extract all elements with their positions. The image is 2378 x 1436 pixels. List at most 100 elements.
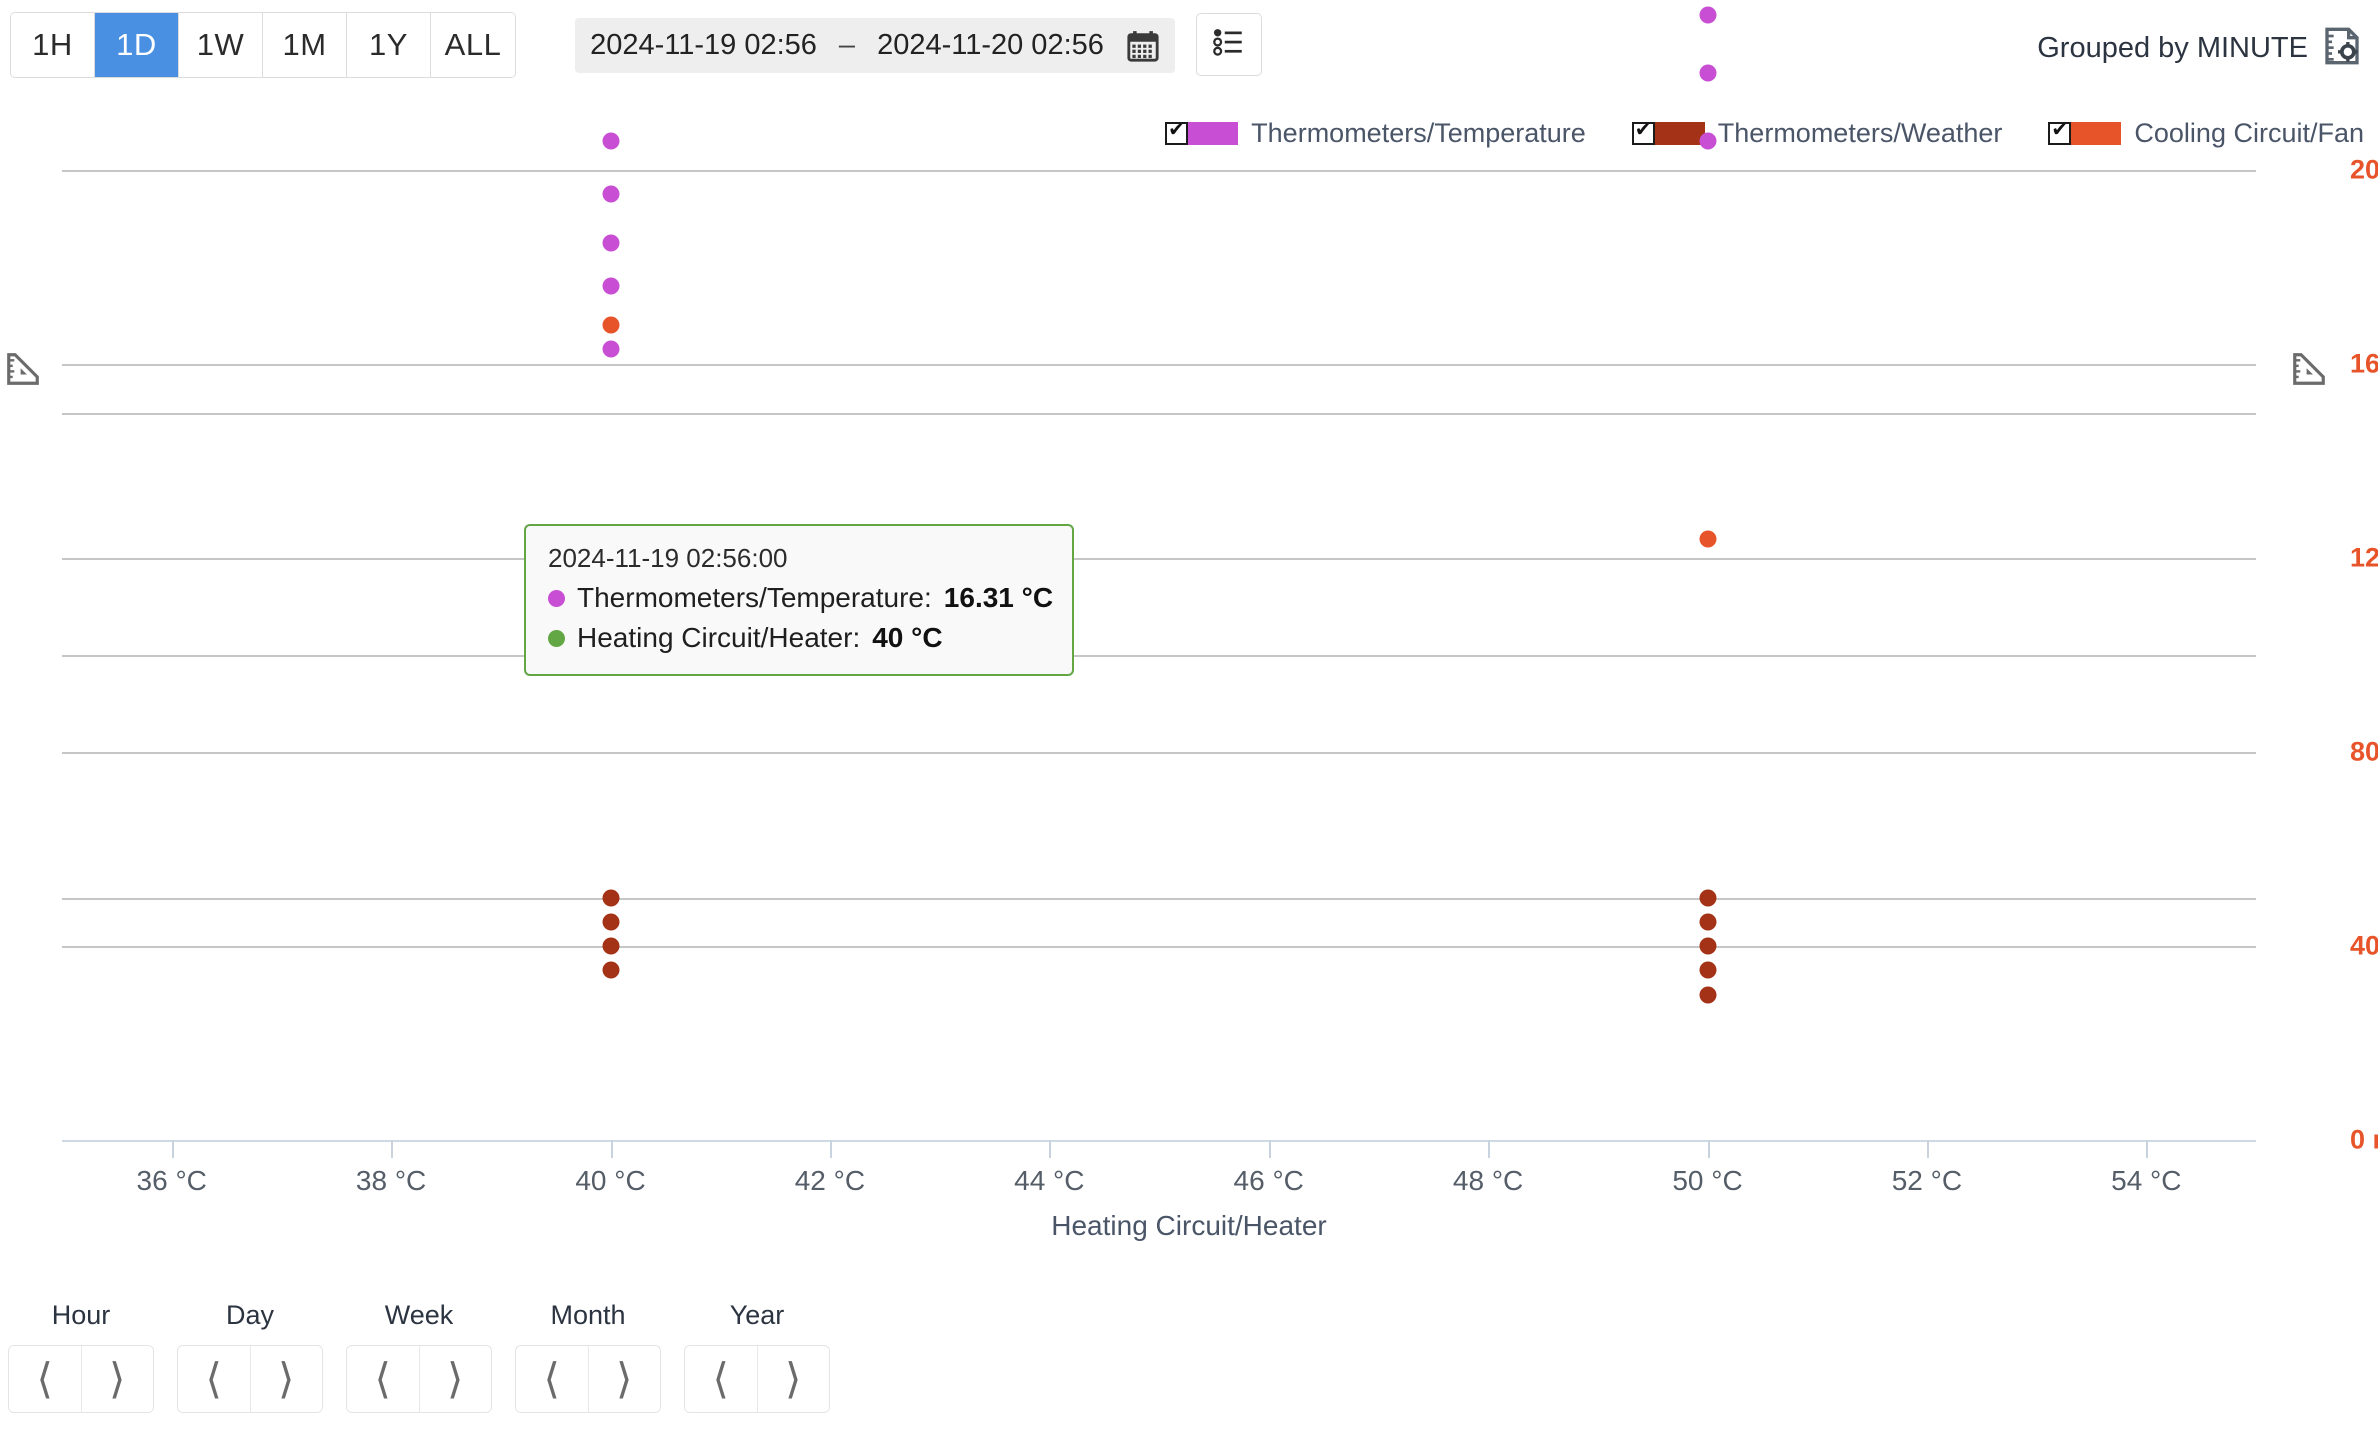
range-button-1d[interactable]: 1D [95, 13, 179, 77]
nav-unit-label: Year [729, 1300, 785, 1330]
data-point[interactable] [1699, 937, 1716, 955]
legend-checkbox[interactable] [1165, 119, 1189, 145]
range-button-all[interactable]: ALL [431, 13, 515, 77]
y-tick-right: 40 rpm [2350, 930, 2378, 961]
legend-color-swatch [1654, 122, 1705, 145]
nav-next-year[interactable]: ⟩ [757, 1346, 829, 1412]
data-point[interactable] [1699, 986, 1716, 1003]
x-tick-label: 52 °C [1891, 1165, 1963, 1196]
data-point[interactable] [602, 277, 619, 295]
data-point[interactable] [1699, 64, 1716, 82]
chevron-right-icon: ⟩ [447, 1354, 464, 1403]
x-tick-label: 42 °C [794, 1165, 866, 1196]
legend-color-swatch [2071, 122, 2122, 145]
x-tick-label: 40 °C [575, 1165, 646, 1196]
bottom-navigation: Hour⟨⟩Day⟨⟩Week⟨⟩Month⟨⟩Year⟨⟩ ⟨ ⟩ [0, 1300, 2378, 1436]
right-axis-ruler-icon[interactable] [2290, 350, 2328, 393]
legend-label: Cooling Circuit/Fan [2134, 118, 2364, 148]
chevron-right-icon: ⟩ [616, 1354, 633, 1403]
nav-unit-day: Day ⟨ ⟩ [177, 1300, 323, 1413]
chevron-right-icon: ⟩ [785, 1354, 802, 1403]
legend-label: Thermometers/Temperature [1251, 118, 1586, 148]
legend-checkbox[interactable] [2048, 119, 2072, 145]
data-point[interactable] [602, 132, 619, 150]
range-button-1y[interactable]: 1Y [347, 13, 431, 77]
measure-settings-icon[interactable] [2322, 26, 2362, 71]
data-point[interactable] [1699, 132, 1716, 150]
nav-next-month[interactable]: ⟩ [588, 1346, 660, 1412]
nav-prev-week[interactable]: ⟨ [347, 1346, 420, 1412]
data-point[interactable] [1699, 530, 1716, 548]
data-point[interactable] [1699, 889, 1716, 906]
top-toolbar: 1H 1D 1W 1M 1Y ALL 2024-11-19 02:56 – 2024-11… [0, 0, 2378, 90]
x-tick-mark [1488, 1140, 1491, 1158]
series-list-button[interactable] [1196, 13, 1262, 76]
data-point[interactable] [1699, 6, 1716, 24]
nav-prev-day[interactable]: ⟨ [178, 1346, 251, 1412]
nav-unit-label: Month [550, 1300, 626, 1330]
data-point[interactable] [602, 316, 619, 334]
data-point[interactable] [602, 340, 619, 358]
x-tick-label: 50 °C [1672, 1165, 1743, 1196]
y-tick-right: 160 rpm [2350, 348, 2378, 379]
range-button-1m[interactable]: 1M [263, 13, 347, 77]
nav-unit-week: Week ⟨ ⟩ [346, 1300, 492, 1413]
data-point[interactable] [1699, 913, 1716, 931]
range-button-1w[interactable]: 1W [179, 13, 263, 77]
plot-canvas[interactable]: 20 °C15 °C10 °C5 °C0 °C200 rpm160 rpm120… [62, 6, 2378, 1196]
nav-prev-month[interactable]: ⟨ [516, 1346, 589, 1412]
date-range-picker[interactable]: 2024-11-19 02:56 – 2024-11-20 02:56 [575, 18, 1175, 73]
y-tick-right: 120 rpm [2350, 542, 2378, 573]
nav-unit-hour: Hour ⟨ ⟩ [8, 1300, 154, 1413]
legend-item[interactable]: Cooling Circuit/Fan [2048, 118, 2364, 149]
grouped-by-label: Grouped by MINUTE [2037, 32, 2308, 64]
chevron-left-icon: ⟨ [36, 1354, 53, 1403]
tooltip-series-value: 40 °C [872, 622, 943, 653]
tooltip-series-label: Heating Circuit/Heater: [577, 622, 861, 653]
left-axis-ruler-icon[interactable] [4, 350, 42, 393]
data-point[interactable] [602, 889, 619, 906]
data-point[interactable] [602, 937, 619, 955]
nav-unit-year: Year ⟨ ⟩ [684, 1300, 830, 1413]
chevron-left-icon: ⟨ [712, 1354, 729, 1403]
nav-next-day[interactable]: ⟩ [250, 1346, 322, 1412]
data-point[interactable] [602, 185, 619, 203]
legend-item[interactable]: Thermometers/Temperature [1165, 118, 1586, 149]
chart-area: 20 °C15 °C10 °C5 °C0 °C200 rpm160 rpm120… [0, 6, 2378, 1241]
x-tick-mark [829, 1140, 832, 1158]
nav-prev-year[interactable]: ⟨ [685, 1346, 758, 1412]
range-button-1h[interactable]: 1H [11, 13, 95, 77]
gridline-left [62, 412, 2256, 415]
data-point[interactable] [1699, 961, 1716, 979]
data-point[interactable] [602, 961, 619, 979]
legend-item[interactable]: Thermometers/Weather [1631, 118, 2002, 149]
data-point[interactable] [602, 234, 619, 252]
x-tick-mark [1268, 1140, 1271, 1158]
y-tick-right: 0 rpm [2350, 1124, 2378, 1155]
nav-next-week[interactable]: ⟩ [419, 1346, 491, 1412]
nav-prev-hour[interactable]: ⟨ [9, 1346, 82, 1412]
gridline-right [62, 558, 2256, 560]
nav-button-pair: ⟨ ⟩ [177, 1345, 323, 1413]
tooltip-series-label: Thermometers/Temperature: [577, 582, 932, 613]
y-tick-right: 200 rpm [2350, 154, 2378, 185]
calendar-icon[interactable] [1126, 29, 1160, 63]
legend-color-swatch [1188, 122, 1239, 145]
gridline-left [62, 170, 2256, 172]
x-tick-label: 36 °C [136, 1165, 207, 1196]
nav-button-pair: ⟨ ⟩ [515, 1345, 661, 1413]
nav-next-hour[interactable]: ⟩ [81, 1346, 153, 1412]
grouped-by-control[interactable]: Grouped by MINUTE [2037, 26, 2362, 71]
x-tick-mark [1707, 1140, 1710, 1158]
nav-unit-label: Hour [51, 1300, 111, 1330]
gridline-right [62, 364, 2256, 366]
legend-checkbox[interactable] [1631, 119, 1655, 145]
gridline-left [62, 655, 2256, 657]
tooltip-series-bullet [548, 629, 565, 647]
nav-unit-label: Day [225, 1300, 274, 1330]
x-axis-title: Heating Circuit/Heater [1051, 1210, 1327, 1241]
data-point[interactable] [602, 913, 619, 931]
x-tick-mark [1926, 1140, 1929, 1158]
x-tick-label: 48 °C [1452, 1165, 1524, 1196]
gridline-right [62, 946, 2256, 948]
